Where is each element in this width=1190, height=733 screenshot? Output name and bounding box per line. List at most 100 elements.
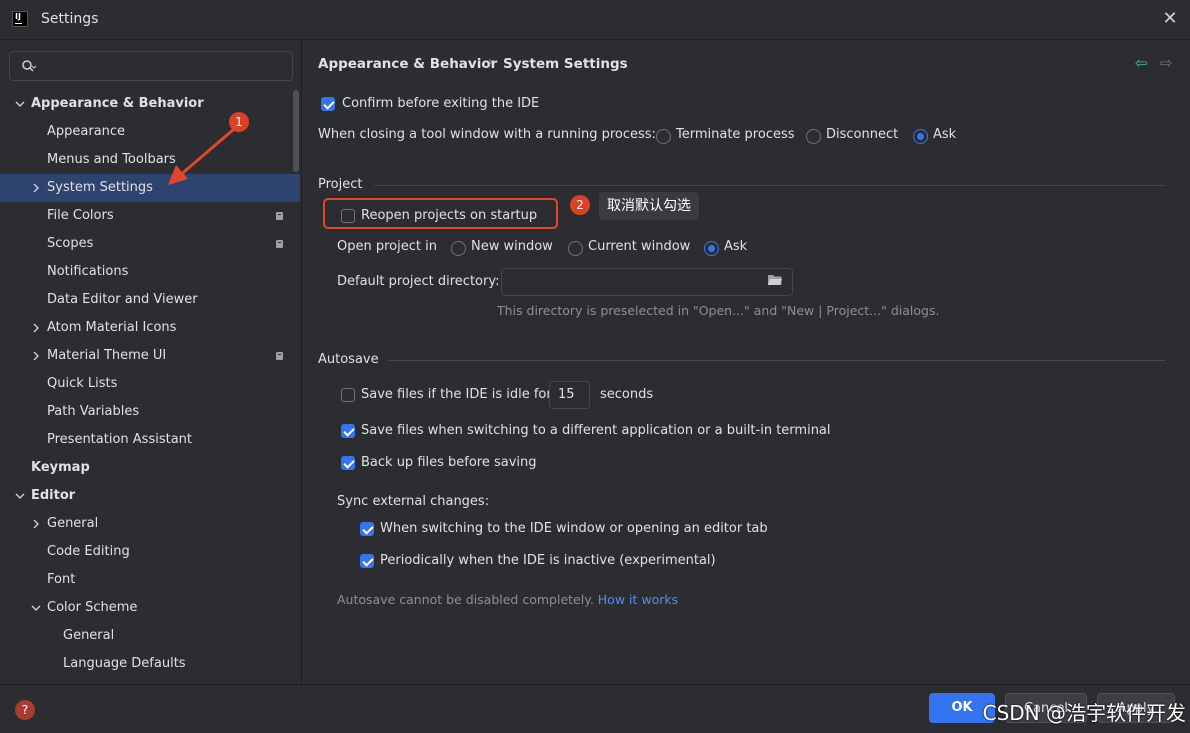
radio-disconnect-label[interactable]: Disconnect	[826, 127, 898, 142]
sidebar-item-font[interactable]: Font	[0, 566, 300, 594]
chevron-down-icon[interactable]	[31, 603, 41, 613]
sidebar-item-material-theme-ui[interactable]: Material Theme UI	[0, 342, 300, 370]
sidebar-item-color-scheme[interactable]: Color Scheme	[0, 594, 300, 622]
sidebar-item-appearance[interactable]: Appearance	[0, 118, 300, 146]
sidebar-item-label: Quick Lists	[47, 376, 118, 391]
annotation-highlight-box	[323, 198, 558, 229]
backup-files-label[interactable]: Back up files before saving	[361, 455, 537, 470]
project-section-divider	[374, 185, 1166, 186]
sidebar-item-label: Editor	[31, 488, 76, 503]
sidebar-item-keymap[interactable]: Keymap	[0, 454, 300, 482]
sidebar-item-general[interactable]: General	[0, 622, 300, 650]
sync-on-switch-checkbox[interactable]	[360, 522, 374, 536]
save-idle-checkbox[interactable]	[341, 388, 355, 402]
closing-label: When closing a tool window with a runnin…	[318, 127, 656, 142]
radio-current-window-label[interactable]: Current window	[588, 239, 690, 254]
annotation-arrow-icon	[168, 127, 235, 185]
sidebar-item-label: Font	[47, 572, 76, 587]
autosave-section-title: Autosave	[318, 352, 379, 367]
backup-files-checkbox[interactable]	[341, 456, 355, 470]
sidebar-item-appearance-behavior[interactable]: Appearance & Behavior	[0, 90, 300, 118]
breadcrumb-separator-icon: ›	[488, 55, 494, 70]
sidebar-item-general[interactable]: General	[0, 510, 300, 538]
sidebar-item-presentation-assistant[interactable]: Presentation Assistant	[0, 426, 300, 454]
sidebar-item-file-colors[interactable]: File Colors	[0, 202, 300, 230]
chevron-right-icon[interactable]	[31, 183, 41, 193]
intellij-app-icon: IJ	[12, 11, 28, 27]
project-level-icon	[276, 240, 283, 248]
radio-new-window-label[interactable]: New window	[471, 239, 553, 254]
sidebar-item-label: Code Editing	[47, 544, 130, 559]
forward-arrow-icon[interactable]: ⇨	[1160, 54, 1173, 72]
search-input[interactable]	[9, 51, 293, 81]
open-project-in-label: Open project in	[337, 239, 437, 254]
confirm-exit-label[interactable]: Confirm before exiting the IDE	[342, 96, 539, 111]
sidebar-item-scopes[interactable]: Scopes	[0, 230, 300, 258]
sidebar-item-atom-material-icons[interactable]: Atom Material Icons	[0, 314, 300, 342]
close-icon[interactable]: ✕	[1160, 9, 1180, 29]
radio-disconnect[interactable]	[806, 129, 821, 144]
settings-content: Appearance & Behavior › System Settings …	[302, 40, 1190, 684]
chevron-down-icon[interactable]	[15, 491, 25, 501]
chevron-right-icon[interactable]	[31, 519, 41, 529]
sidebar-item-path-variables[interactable]: Path Variables	[0, 398, 300, 426]
sidebar-item-label: Menus and Toolbars	[47, 152, 176, 167]
sidebar-item-editor[interactable]: Editor	[0, 482, 300, 510]
sidebar-item-label: Notifications	[47, 264, 129, 279]
sidebar-item-language-defaults[interactable]: Language Defaults	[0, 650, 300, 678]
help-icon[interactable]: ?	[15, 700, 35, 720]
confirm-exit-checkbox[interactable]	[321, 97, 335, 111]
sidebar-item-label: Presentation Assistant	[47, 432, 192, 447]
how-it-works-link[interactable]: How it works	[598, 592, 678, 607]
chevron-right-icon[interactable]	[31, 351, 41, 361]
sidebar-item-code-editing[interactable]: Code Editing	[0, 538, 300, 566]
default-directory-label: Default project directory:	[337, 274, 500, 289]
annotation-marker-2: 2	[570, 195, 590, 215]
sync-on-switch-label[interactable]: When switching to the IDE window or open…	[380, 521, 768, 536]
idle-seconds-input[interactable]: 15	[549, 381, 590, 409]
back-arrow-icon[interactable]: ⇦	[1135, 54, 1148, 72]
radio-open-ask-label[interactable]: Ask	[724, 239, 747, 254]
sidebar-item-label: General	[47, 516, 99, 531]
sidebar-item-label: Appearance	[47, 124, 126, 139]
sync-periodic-checkbox[interactable]	[360, 554, 374, 568]
window-title: Settings	[41, 11, 99, 27]
sidebar-item-notifications[interactable]: Notifications	[0, 258, 300, 286]
radio-new-window[interactable]	[451, 241, 466, 256]
watermark: CSDN @浩宇软件开发	[982, 701, 1186, 725]
sync-external-label: Sync external changes:	[337, 494, 490, 509]
breadcrumb-current: System Settings	[503, 56, 628, 72]
dialog-footer: ? OK Cancel Apply CSDN @浩宇软件开发	[0, 684, 1190, 733]
chevron-down-icon[interactable]	[15, 99, 25, 109]
default-directory-field[interactable]	[501, 268, 793, 296]
autosave-note-text: Autosave cannot be disabled completely.	[337, 592, 594, 607]
sidebar-item-label: System Settings	[47, 180, 153, 195]
sidebar-item-label: Path Variables	[47, 404, 140, 419]
sidebar-item-label: File Colors	[47, 208, 114, 223]
radio-closing-ask[interactable]	[913, 129, 928, 144]
title-bar: IJ Settings ✕	[0, 0, 1190, 40]
radio-current-window[interactable]	[568, 241, 583, 256]
save-on-switch-label[interactable]: Save files when switching to a different…	[361, 423, 831, 438]
settings-sidebar: Appearance & Behavior Appearance Menus and…	[0, 40, 302, 684]
sidebar-item-menus-and-toolbars[interactable]: Menus and Toolbars	[0, 146, 300, 174]
sidebar-item-label: General	[63, 628, 115, 643]
folder-icon[interactable]	[768, 274, 782, 285]
chevron-right-icon[interactable]	[31, 323, 41, 333]
sidebar-item-data-editor-and-viewer[interactable]: Data Editor and Viewer	[0, 286, 300, 314]
breadcrumb-parent[interactable]: Appearance & Behavior	[318, 56, 497, 72]
radio-closing-ask-label[interactable]: Ask	[933, 127, 956, 142]
sidebar-scrollbar[interactable]	[293, 90, 299, 172]
save-on-switch-checkbox[interactable]	[341, 424, 355, 438]
sync-periodic-label[interactable]: Periodically when the IDE is inactive (e…	[380, 553, 716, 568]
sidebar-item-system-settings[interactable]: System Settings	[0, 174, 300, 202]
radio-open-ask[interactable]	[704, 241, 719, 256]
sidebar-item-quick-lists[interactable]: Quick Lists	[0, 370, 300, 398]
sidebar-item-label: Keymap	[31, 460, 90, 475]
radio-terminate-process-label[interactable]: Terminate process	[676, 127, 795, 142]
radio-terminate-process[interactable]	[656, 129, 671, 144]
project-level-icon	[276, 352, 283, 360]
autosave-note: Autosave cannot be disabled completely. …	[337, 592, 678, 607]
sidebar-item-label: Language Defaults	[63, 656, 186, 671]
save-idle-label[interactable]: Save files if the IDE is idle for	[361, 387, 552, 402]
